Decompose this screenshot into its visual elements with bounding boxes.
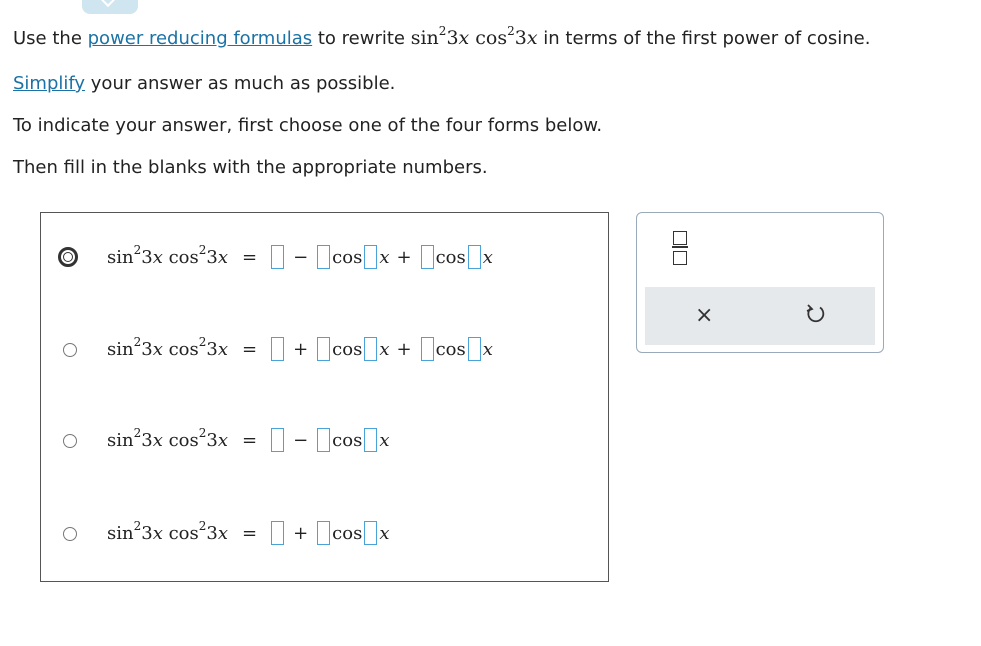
blank-input[interactable] <box>271 428 285 452</box>
radio-button-selected[interactable] <box>58 247 78 267</box>
radio-button[interactable] <box>63 527 77 541</box>
blank-input[interactable] <box>271 521 285 545</box>
option-expression: sin23x cos23x = − cos x <box>107 425 390 452</box>
blank-input[interactable] <box>271 337 285 361</box>
option-expression: sin23x cos23x = − cos x + cos x <box>107 242 493 269</box>
blank-input[interactable] <box>364 521 378 545</box>
math-tool-panel: × <box>636 212 884 353</box>
answer-option-4[interactable]: sin23x cos23x = + cos x <box>41 513 608 553</box>
blank-input[interactable] <box>467 337 481 361</box>
collapse-tab-button[interactable] <box>82 0 138 14</box>
radio-button[interactable] <box>63 343 77 357</box>
instruction-line-4: Then fill in the blanks with the appropr… <box>13 157 488 178</box>
instruction-text: in terms of the first power of cosine. <box>537 28 871 49</box>
blank-input[interactable] <box>317 245 331 269</box>
instruction-text: to rewrite <box>312 28 411 49</box>
blank-input[interactable] <box>467 245 481 269</box>
option-expression: sin23x cos23x = + cos x <box>107 518 390 545</box>
answer-option-3[interactable]: sin23x cos23x = − cos x <box>41 420 608 460</box>
instruction-line-1: Use the power reducing formulas to rewri… <box>13 24 871 49</box>
close-icon[interactable]: × <box>695 305 713 327</box>
blank-input[interactable] <box>271 245 285 269</box>
instruction-text: your answer as much as possible. <box>85 73 396 94</box>
target-expression: sin23x cos23x <box>410 24 538 49</box>
undo-icon[interactable] <box>805 303 827 325</box>
tool-action-bar: × <box>645 287 875 345</box>
blank-input[interactable] <box>317 521 331 545</box>
chevron-down-icon <box>100 0 116 8</box>
blank-input[interactable] <box>317 337 331 361</box>
blank-input[interactable] <box>364 337 378 361</box>
blank-input[interactable] <box>420 245 434 269</box>
blank-input[interactable] <box>317 428 331 452</box>
blank-input[interactable] <box>364 245 378 269</box>
answer-forms-box: sin23x cos23x = − cos x + cos x sin23x cos2… <box>40 212 609 582</box>
answer-option-1[interactable]: sin23x cos23x = − cos x + cos x <box>41 237 608 277</box>
blank-input[interactable] <box>420 337 434 361</box>
simplify-link[interactable]: Simplify <box>13 73 85 94</box>
fraction-icon[interactable] <box>672 230 688 266</box>
blank-input[interactable] <box>364 428 378 452</box>
radio-button[interactable] <box>63 434 77 448</box>
power-reducing-formulas-link[interactable]: power reducing formulas <box>88 28 313 49</box>
instruction-line-3: To indicate your answer, first choose on… <box>13 115 603 136</box>
answer-option-2[interactable]: sin23x cos23x = + cos x + cos x <box>41 329 608 369</box>
instruction-line-2: Simplify your answer as much as possible… <box>13 73 395 94</box>
instruction-text: Use the <box>13 28 88 49</box>
option-expression: sin23x cos23x = + cos x + cos x <box>107 334 493 361</box>
